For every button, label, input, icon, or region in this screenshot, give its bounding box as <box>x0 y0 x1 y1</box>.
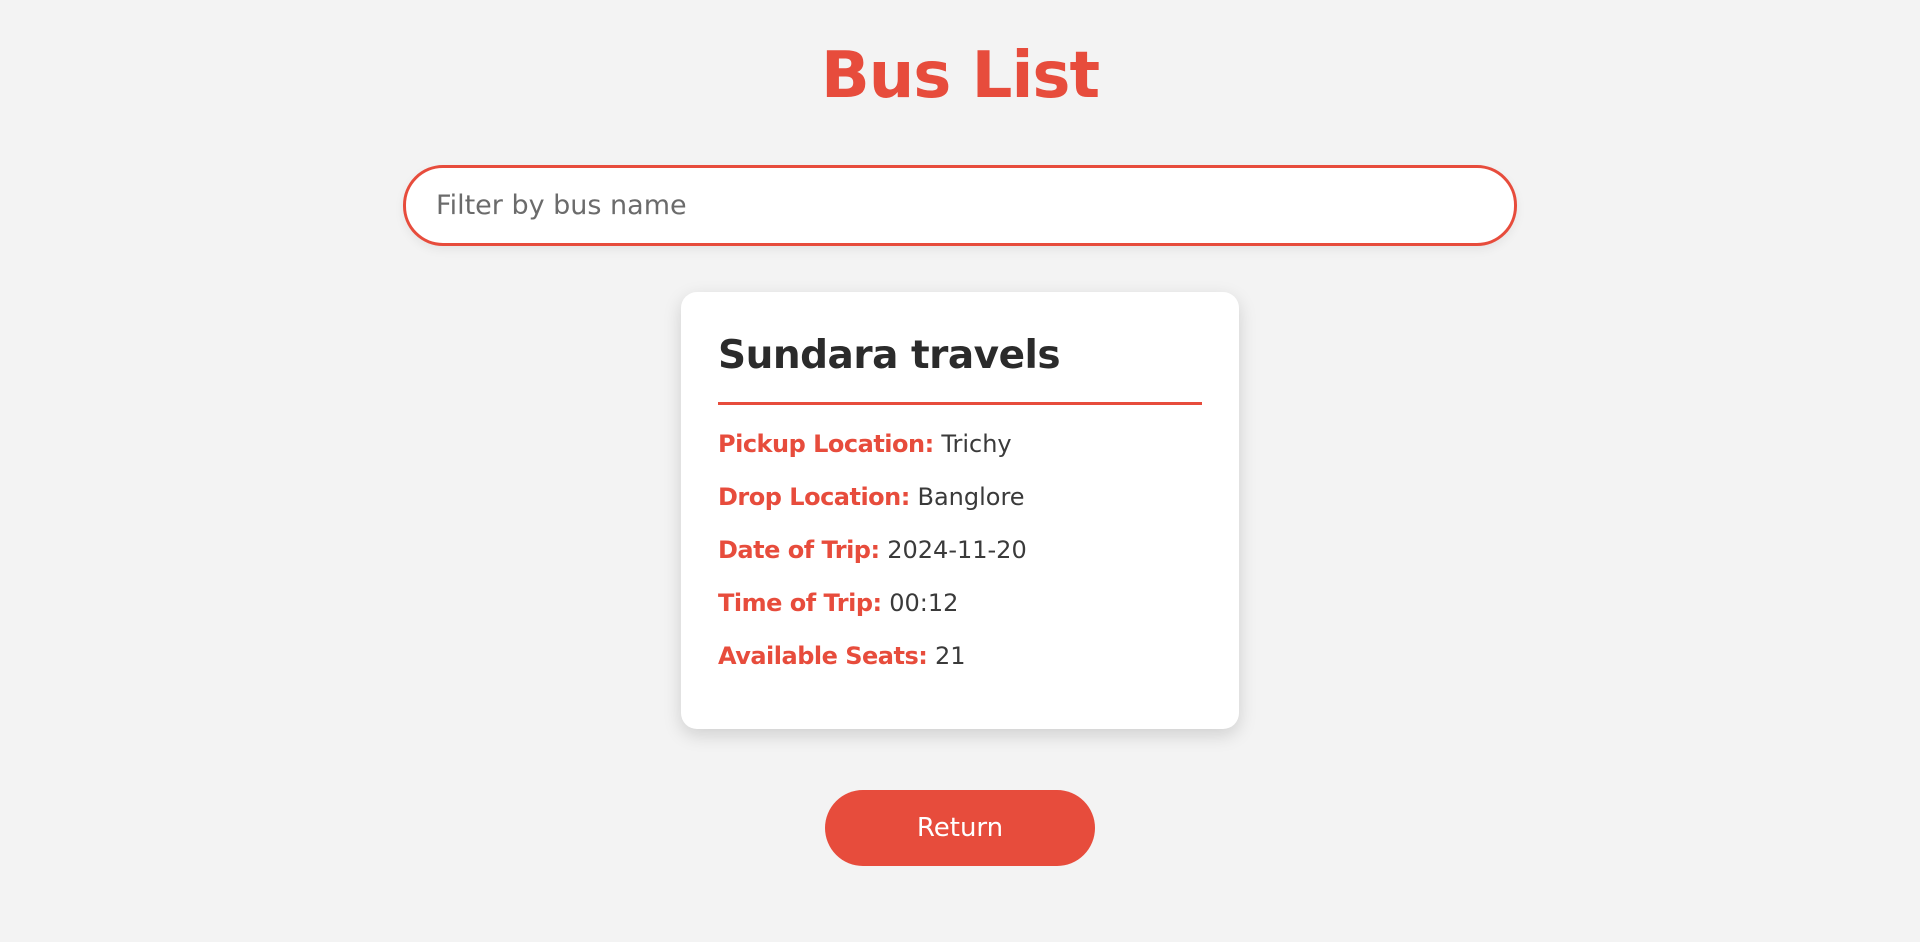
bus-details: Pickup Location: Trichy Drop Location: B… <box>718 429 1202 694</box>
bus-name: Sundara travels <box>718 332 1202 405</box>
drop-location-row: Drop Location: Banglore <box>718 482 1202 535</box>
page-title: Bus List <box>820 39 1100 113</box>
drop-location-value: Banglore <box>917 483 1025 511</box>
trip-time-label: Time of Trip: <box>718 589 882 617</box>
trip-time-value: 00:12 <box>889 589 959 617</box>
search-input[interactable] <box>403 165 1517 246</box>
bus-card: Sundara travels Pickup Location: Trichy … <box>681 292 1239 729</box>
trip-time-row: Time of Trip: 00:12 <box>718 588 1202 641</box>
trip-date-row: Date of Trip: 2024-11-20 <box>718 535 1202 588</box>
available-seats-value: 21 <box>935 642 966 670</box>
return-button[interactable]: Return <box>825 790 1095 866</box>
trip-date-label: Date of Trip: <box>718 536 880 564</box>
pickup-location-value: Trichy <box>941 430 1012 458</box>
trip-date-value: 2024-11-20 <box>887 536 1027 564</box>
available-seats-row: Available Seats: 21 <box>718 641 1202 694</box>
pickup-location-label: Pickup Location: <box>718 430 934 458</box>
drop-location-label: Drop Location: <box>718 483 910 511</box>
pickup-location-row: Pickup Location: Trichy <box>718 429 1202 482</box>
page: Bus List Sundara travels Pickup Location… <box>0 0 1920 942</box>
available-seats-label: Available Seats: <box>718 642 928 670</box>
